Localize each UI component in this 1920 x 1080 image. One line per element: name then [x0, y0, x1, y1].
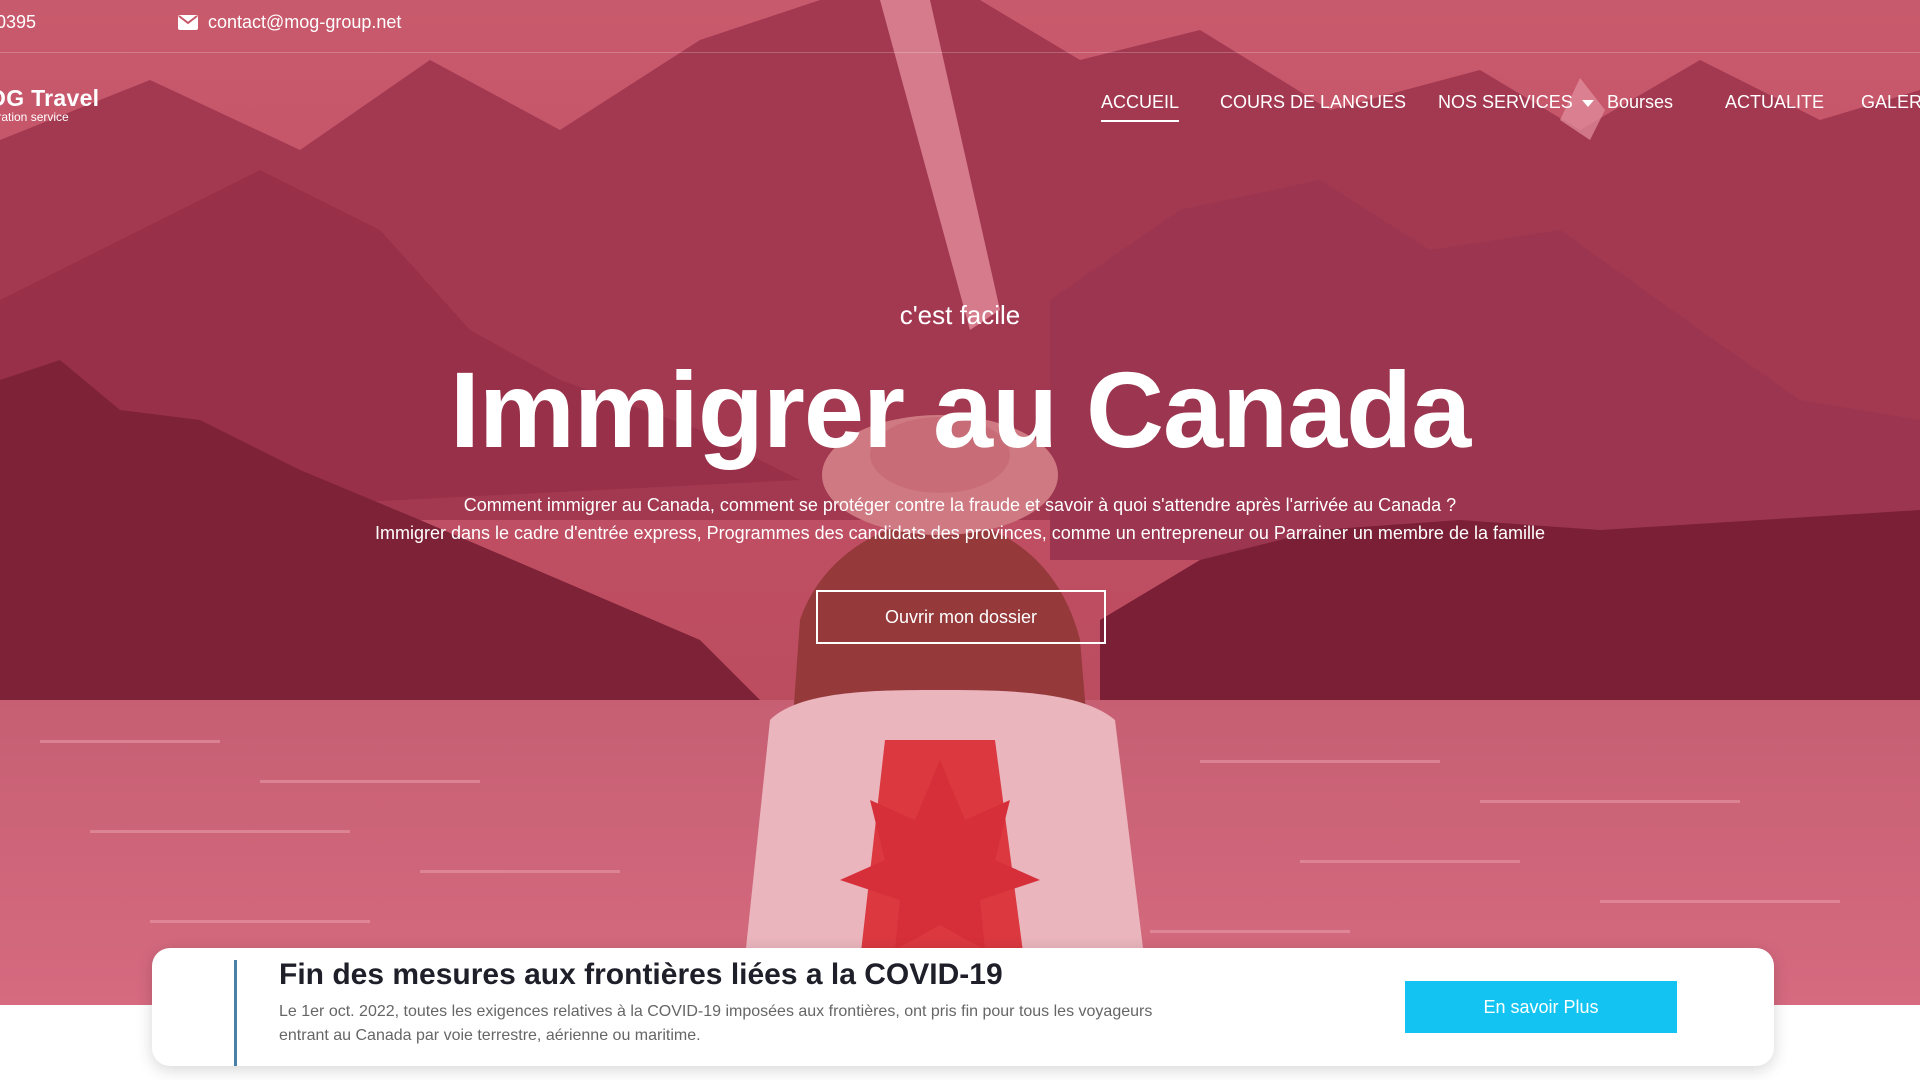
hero-description-line-2: Immigrer dans le cadre d'entrée express,… — [375, 523, 1545, 543]
caret-down-icon — [1581, 99, 1594, 107]
notice-title: Fin des mesures aux frontières liées a l… — [279, 958, 1003, 991]
nav-item-actualite[interactable]: ACTUALITE — [1725, 92, 1824, 113]
covid-notice-card: Fin des mesures aux frontières liées a l… — [152, 948, 1774, 1066]
nav-item-nos-services[interactable]: NOS SERVICES — [1438, 92, 1594, 113]
nav-item-cours-de-langues[interactable]: COURS DE LANGUES — [1220, 92, 1406, 113]
phone-number[interactable]: 0395 — [0, 12, 36, 33]
hero-title: Immigrer au Canada — [449, 349, 1471, 470]
envelope-icon — [178, 15, 198, 30]
top-contact-bar: 0395 contact@mog-group.net — [0, 0, 1920, 53]
notice-accent-bar — [234, 960, 237, 1066]
open-file-button[interactable]: Ouvrir mon dossier — [816, 590, 1106, 644]
main-navigation: ACCUEIL COURS DE LANGUES NOS SERVICES Bo… — [0, 92, 1920, 122]
email-text: contact@mog-group.net — [208, 12, 402, 32]
nav-item-galerie[interactable]: GALERI — [1861, 92, 1920, 113]
hero-description-line-1: Comment immigrer au Canada, comment se p… — [463, 495, 1457, 515]
notice-text: Le 1er oct. 2022, toutes les exigences r… — [279, 1003, 1153, 1044]
hero-kicker: c'est facile — [899, 300, 1021, 330]
learn-more-button[interactable]: En savoir Plus — [1405, 981, 1677, 1033]
nav-item-accueil[interactable]: ACCUEIL — [1101, 92, 1180, 122]
email-link[interactable]: contact@mog-group.net — [178, 12, 401, 33]
nav-item-bourses[interactable]: Bourses — [1607, 92, 1673, 113]
nav-item-nos-services-label: NOS SERVICES — [1438, 92, 1573, 112]
